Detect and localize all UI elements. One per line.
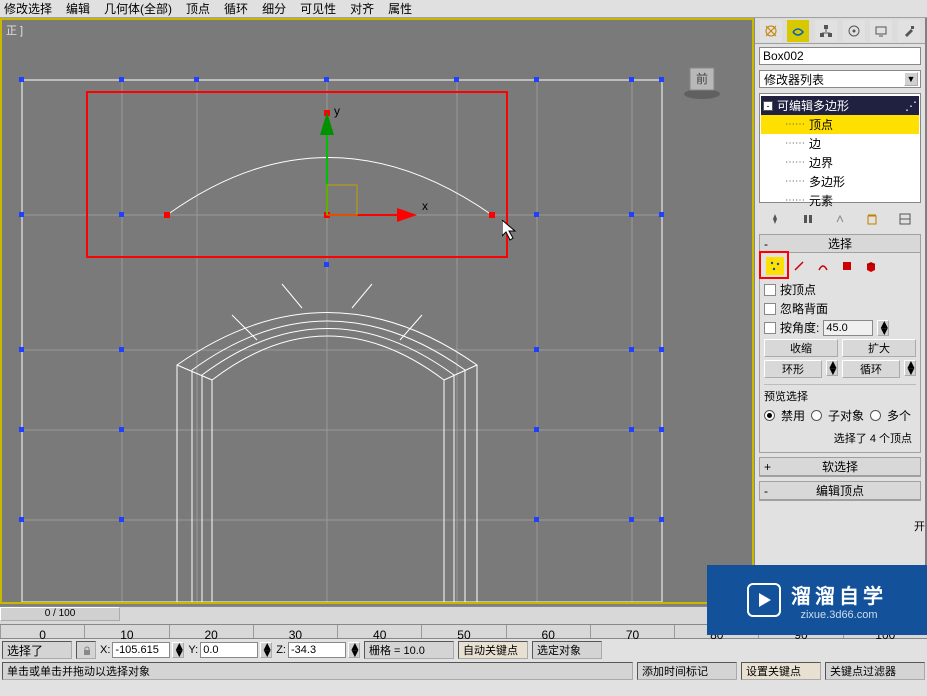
soft-selection-header[interactable]: +软选择 <box>760 458 920 476</box>
subobj-edge-icon[interactable] <box>790 257 808 275</box>
coord-y-input[interactable] <box>200 642 258 658</box>
remove-modifier-icon[interactable] <box>862 210 882 228</box>
menu-align[interactable]: 对齐 <box>350 0 374 17</box>
watermark-title: 溜溜自学 <box>791 580 887 609</box>
selset-dropdown[interactable]: 选定对象 <box>532 641 602 659</box>
loop-button[interactable]: 循环 <box>842 360 900 378</box>
subobj-vertex-icon[interactable] <box>766 257 784 275</box>
stack-toolbar <box>759 208 921 230</box>
stack-polygon[interactable]: ⋯⋯多边形 <box>761 172 919 191</box>
menu-modify-sel[interactable]: 修改选择 <box>4 0 52 17</box>
svg-text:y: y <box>334 104 340 118</box>
command-panel: 修改器列表 ▼ - 可编辑多边形 ⋰ ⋯⋯顶点 ⋯⋯边 ⋯⋯边界 ⋯⋯多边形 ⋯… <box>754 18 925 606</box>
ring-spinner[interactable]: ▲▼ <box>826 360 838 376</box>
viewcube-face-label: 前 <box>696 71 708 86</box>
menu-edit[interactable]: 编辑 <box>66 0 90 17</box>
watermark-url: zixue.3d66.com <box>791 609 887 621</box>
coord-z-spinner[interactable]: ▲▼ <box>348 642 360 658</box>
ring-button[interactable]: 环形 <box>764 360 822 378</box>
rollout-minus-icon: - <box>764 237 768 251</box>
lock-icon[interactable] <box>76 641 96 659</box>
display-tab-icon[interactable] <box>870 20 892 42</box>
stack-root[interactable]: - 可编辑多边形 ⋰ <box>761 96 919 115</box>
time-slider[interactable]: 0 / 100 <box>0 607 120 621</box>
grid-status: 栅格 = 10.0 <box>364 641 454 659</box>
coord-y-spinner[interactable]: ▲▼ <box>260 642 272 658</box>
by-angle-checkbox[interactable]: 按角度: ▲▼ <box>764 319 916 336</box>
menubar[interactable]: 修改选择 编辑 几何体(全部) 顶点 循环 细分 可见性 对齐 属性 <box>0 0 927 18</box>
selection-rollout-header[interactable]: - 选择 <box>760 235 920 253</box>
make-unique-icon[interactable] <box>830 210 850 228</box>
modifier-stack[interactable]: - 可编辑多边形 ⋰ ⋯⋯顶点 ⋯⋯边 ⋯⋯边界 ⋯⋯多边形 ⋯⋯元素 <box>759 93 921 203</box>
subobj-element-icon[interactable] <box>862 257 880 275</box>
autokey-button[interactable]: 自动关键点 <box>458 641 528 659</box>
show-end-result-icon[interactable] <box>798 210 818 228</box>
modifier-list-label: 修改器列表 <box>764 71 824 88</box>
selection-status: 选择了 <box>2 641 72 659</box>
menu-subdiv[interactable]: 细分 <box>262 0 286 17</box>
by-vertex-checkbox[interactable]: 按顶点 <box>764 281 916 298</box>
utilities-tab-icon[interactable] <box>898 20 920 42</box>
viewport[interactable]: 正 ] <box>0 18 754 604</box>
coord-x-spinner[interactable]: ▲▼ <box>172 642 184 658</box>
modify-tab-icon[interactable] <box>787 20 809 42</box>
object-name-input[interactable] <box>759 47 921 65</box>
subobj-border-icon[interactable] <box>814 257 832 275</box>
configure-sets-icon[interactable] <box>895 210 915 228</box>
motion-tab-icon[interactable] <box>843 20 865 42</box>
status-bar: 选择了 X:▲▼ Y:▲▼ Z:▲▼ 栅格 = 10.0 自动关键点 选定对象 … <box>0 638 927 696</box>
tree-collapse-icon[interactable]: - <box>763 101 773 111</box>
preview-subobj-radio[interactable] <box>811 410 822 421</box>
selection-rollout: - 选择 按顶点 忽略背面 按角度: <box>759 234 921 453</box>
hierarchy-tab-icon[interactable] <box>815 20 837 42</box>
menu-geom[interactable]: 几何体(全部) <box>104 0 172 17</box>
preview-off-radio[interactable] <box>764 410 775 421</box>
stack-vertex[interactable]: ⋯⋯顶点 <box>761 115 919 134</box>
stack-border[interactable]: ⋯⋯边界 <box>761 153 919 172</box>
preview-multi-radio[interactable] <box>870 410 881 421</box>
watermark-play-icon <box>747 583 781 617</box>
selection-count: 选择了 4 个顶点 <box>764 430 916 446</box>
modifier-list-dropdown[interactable]: 修改器列表 ▼ <box>759 70 921 88</box>
coord-z-input[interactable] <box>288 642 346 658</box>
grow-button[interactable]: 扩大 <box>842 339 916 357</box>
menu-loop[interactable]: 循环 <box>224 0 248 17</box>
menu-visibility[interactable]: 可见性 <box>300 0 336 17</box>
viewport-canvas: y x <box>2 20 752 602</box>
watermark: 溜溜自学 zixue.3d66.com <box>707 565 927 635</box>
shrink-button[interactable]: 收缩 <box>764 339 838 357</box>
edit-vertex-rollout: -编辑顶点 <box>759 481 921 501</box>
ignore-backfacing-checkbox[interactable]: 忽略背面 <box>764 300 916 317</box>
menu-vertex[interactable]: 顶点 <box>186 0 210 17</box>
dropdown-arrow-icon[interactable]: ▼ <box>904 72 918 86</box>
edit-vertex-header[interactable]: -编辑顶点 <box>760 482 920 500</box>
svg-text:x: x <box>422 199 428 213</box>
create-tab-icon[interactable] <box>760 20 782 42</box>
viewcube[interactable]: 前 <box>682 60 722 100</box>
subobj-polygon-icon[interactable] <box>838 257 856 275</box>
panel-tabs <box>755 18 925 44</box>
loop-spinner[interactable]: ▲▼ <box>904 360 916 376</box>
menu-props[interactable]: 属性 <box>388 0 412 17</box>
stack-edge[interactable]: ⋯⋯边 <box>761 134 919 153</box>
open-label: 开 <box>914 518 925 534</box>
subobj-buttons <box>764 257 916 275</box>
soft-selection-rollout: +软选择 <box>759 457 921 477</box>
pin-stack-icon[interactable] <box>765 210 785 228</box>
angle-spinner-arrows[interactable]: ▲▼ <box>877 320 889 336</box>
preview-sel-label: 预览选择 <box>764 388 916 404</box>
angle-spinner[interactable] <box>823 320 873 336</box>
coord-x-input[interactable] <box>112 642 170 658</box>
